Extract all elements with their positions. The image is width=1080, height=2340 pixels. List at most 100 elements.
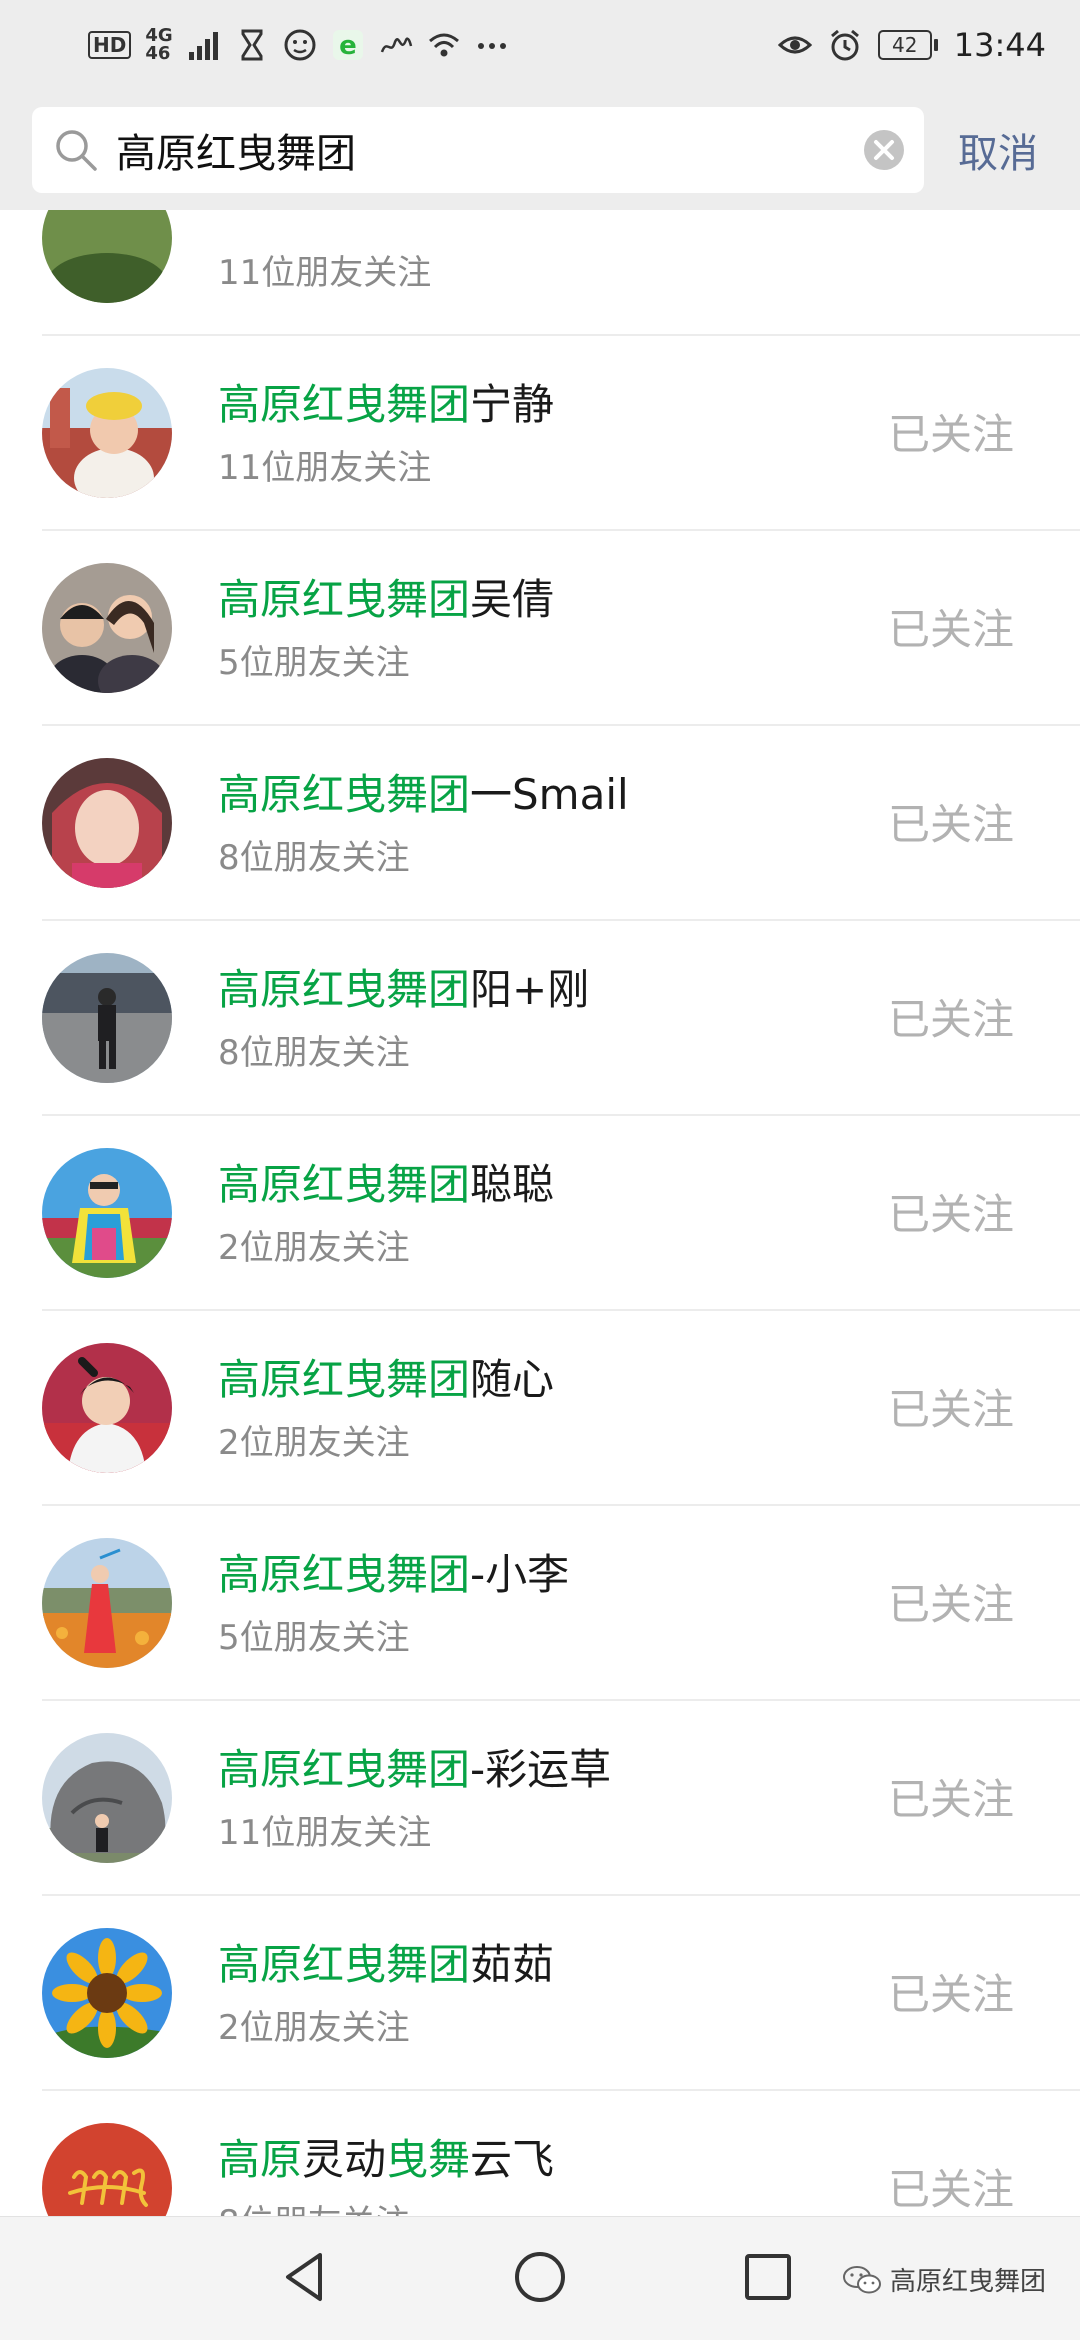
result-row-partial[interactable]: 11位朋友关注 [0, 210, 1080, 336]
follower-count: 2位朋友关注 [218, 1423, 410, 1463]
watermark: 高原红曳舞团 [842, 2261, 1046, 2298]
follow-status[interactable]: 已关注 [888, 410, 1014, 460]
follower-count: 11位朋友关注 [218, 253, 432, 293]
name-rest: 茹茹 [470, 1940, 555, 1989]
avatar-image [42, 1538, 172, 1668]
search-input[interactable] [116, 127, 862, 173]
account-name: 高原红曳舞团-小李 [218, 1550, 569, 1600]
avatar-image [42, 1733, 172, 1863]
result-row[interactable]: 高原红曳舞团随心 2位朋友关注 已关注 [0, 1311, 1080, 1506]
name-highlight: 高原 [218, 2135, 303, 2184]
avatar-image [42, 1928, 172, 2058]
follower-count: 5位朋友关注 [218, 643, 410, 683]
follower-count: 8位朋友关注 [218, 2203, 410, 2216]
result-row[interactable]: 高原红曳舞团聪聪 2位朋友关注 已关注 [0, 1116, 1080, 1311]
network-sub: 46 [145, 43, 171, 64]
account-name: 高原红曳舞团宁静 [218, 380, 554, 430]
name-rest: 阳+刚 [470, 965, 590, 1014]
search-icon [56, 130, 97, 171]
status-bar-left: HD 4G 46 e [88, 27, 778, 63]
follow-status[interactable]: 已关注 [888, 1970, 1014, 2020]
follow-status[interactable]: 已关注 [888, 1775, 1014, 1825]
name-rest: 灵动 [302, 2135, 387, 2184]
follow-status[interactable]: 已关注 [888, 800, 1014, 850]
follow-status[interactable]: 已关注 [888, 1190, 1014, 1240]
avatar-image [42, 210, 172, 303]
home-icon[interactable] [510, 2247, 570, 2307]
result-row[interactable]: 高原红曳舞团一Smail 8位朋友关注 已关注 [0, 726, 1080, 921]
result-row[interactable]: 高原红曳舞团茹茹 2位朋友关注 已关注 [0, 1896, 1080, 2091]
back-icon[interactable] [276, 2247, 336, 2307]
network-indicator: 4G 46 [145, 27, 172, 63]
hourglass-icon [241, 29, 263, 61]
follower-count: 8位朋友关注 [218, 838, 410, 878]
account-name: 高原红曳舞团一Smail [218, 770, 629, 820]
name-highlight: 高原红曳舞团 [218, 1160, 471, 1209]
name-rest: -彩运草 [470, 1745, 612, 1794]
more-icon [477, 43, 506, 49]
account-name: 高原红曳舞团随心 [218, 1355, 554, 1405]
svg-text:e: e [339, 31, 357, 61]
account-name: 高原红曳舞团吴倩 [218, 575, 554, 625]
eye-comfort-icon [777, 36, 812, 54]
name-rest: -小李 [470, 1550, 570, 1599]
clear-icon[interactable] [862, 128, 906, 172]
avatar [42, 563, 172, 693]
name-highlight: 高原红曳舞团 [218, 965, 471, 1014]
handwriting-app-icon [380, 37, 412, 53]
follow-status[interactable]: 已关注 [888, 2165, 1014, 2215]
account-name: 高原灵动曳舞云飞 [218, 2135, 554, 2185]
follow-status[interactable]: 已关注 [888, 605, 1014, 655]
follower-count: 11位朋友关注 [218, 448, 432, 488]
search-box[interactable] [32, 107, 924, 193]
avatar [42, 2123, 172, 2216]
result-row[interactable]: 高原红曳舞团阳+刚 8位朋友关注 已关注 [0, 921, 1080, 1116]
name-highlight: 高原红曳舞团 [218, 380, 471, 429]
name-rest: 云飞 [470, 2135, 555, 2184]
avatar [42, 210, 172, 303]
name-highlight: 高原红曳舞团 [218, 1550, 471, 1599]
emoji-icon [284, 29, 316, 61]
avatar [42, 1343, 172, 1473]
result-row[interactable]: 高原红曳舞团吴倩 5位朋友关注 已关注 [0, 531, 1080, 726]
wifi-icon [428, 33, 459, 57]
battery-level: 42 [877, 30, 932, 60]
signal-icon [188, 32, 218, 60]
follower-count: 2位朋友关注 [218, 1228, 410, 1268]
search-results[interactable]: 11位朋友关注 高原红曳舞团宁静 11位朋友关注 已关注 高原红曳舞团吴倩 5位… [0, 210, 1080, 2216]
alarm-icon [830, 29, 859, 61]
name-highlight: 曳舞 [386, 2135, 471, 2184]
avatar [42, 368, 172, 498]
follow-status[interactable]: 已关注 [888, 1385, 1014, 1435]
avatar-image [42, 758, 172, 888]
follower-count: 2位朋友关注 [218, 2008, 410, 2048]
clock: 13:44 [953, 26, 1046, 64]
account-name: 高原红曳舞团阳+刚 [218, 965, 589, 1015]
name-rest: 随心 [470, 1355, 555, 1404]
results-list: 11位朋友关注 高原红曳舞团宁静 11位朋友关注 已关注 高原红曳舞团吴倩 5位… [0, 210, 1080, 2216]
name-highlight: 高原红曳舞团 [218, 1940, 471, 1989]
avatar [42, 1148, 172, 1278]
status-bar: HD 4G 46 e 42 13:44 [0, 0, 1080, 90]
recent-apps-icon[interactable] [738, 2247, 798, 2307]
avatar-image [42, 2123, 172, 2216]
wechat-logo-icon [842, 2265, 881, 2293]
cancel-button[interactable]: 取消 [958, 121, 1038, 179]
avatar-image [42, 1343, 172, 1473]
account-name: 高原红曳舞团聪聪 [218, 1160, 554, 1210]
avatar-image [42, 563, 172, 693]
follow-status[interactable]: 已关注 [888, 1580, 1014, 1630]
status-bar-right: 42 13:44 [777, 26, 1046, 64]
result-row[interactable]: 高原红曳舞团-彩运草 11位朋友关注 已关注 [0, 1701, 1080, 1896]
avatar [42, 758, 172, 888]
follower-count: 8位朋友关注 [218, 1033, 410, 1073]
avatar-image [42, 1148, 172, 1278]
follow-status[interactable]: 已关注 [888, 995, 1014, 1045]
result-row[interactable]: 高原灵动曳舞云飞 8位朋友关注 已关注 [0, 2091, 1080, 2216]
avatar [42, 1733, 172, 1863]
account-name: 高原红曳舞团-彩运草 [218, 1745, 611, 1795]
hd-badge: HD [88, 31, 132, 59]
result-row[interactable]: 高原红曳舞团宁静 11位朋友关注 已关注 [0, 336, 1080, 531]
result-row[interactable]: 高原红曳舞团-小李 5位朋友关注 已关注 [0, 1506, 1080, 1701]
name-rest: 吴倩 [470, 575, 555, 624]
